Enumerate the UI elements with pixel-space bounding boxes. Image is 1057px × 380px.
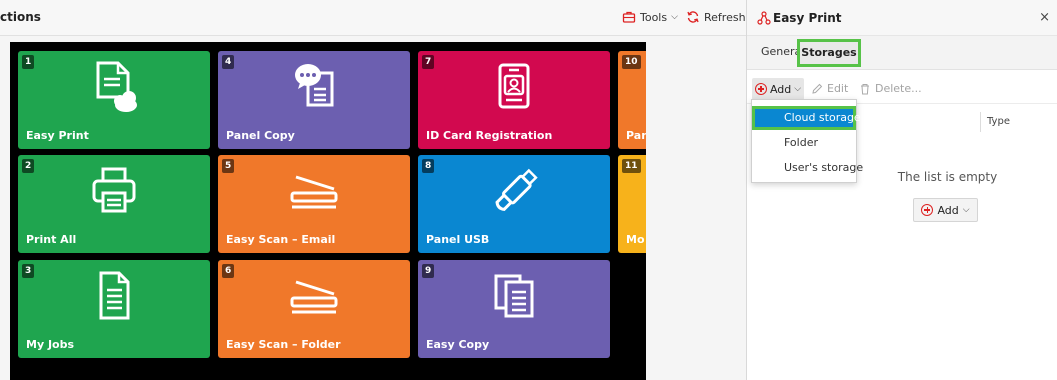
tile-panel-copy[interactable]: 4 Panel Copy [218,51,410,149]
workflow-icon [757,11,771,25]
tile-label: Panel Copy [226,129,295,142]
tile-label: Pan [626,129,646,142]
tile-pan[interactable]: 10 Pan [618,51,646,149]
tile-label: Easy Print [26,129,89,142]
document-icon [99,271,130,320]
tile-label: Print All [26,233,77,246]
pencil-icon [812,83,823,94]
panel-tabs: General Storages [747,36,1057,70]
delete-button[interactable]: Delete... [859,82,922,95]
add-icon [754,83,767,95]
printer-icon [92,167,136,213]
tile-number: 2 [22,159,35,173]
panel-header: Easy Print × [747,0,1057,36]
add-dropdown-button[interactable]: Add ⌵ [752,78,804,100]
tab-storages[interactable]: Storages [797,39,861,67]
actions-header: ctions Tools ⌵ Refresh [0,0,746,36]
easy-print-panel: Easy Print × General Storages Add ⌵ Edit [746,0,1057,380]
edit-label: Edit [827,82,849,95]
tile-easy-scan-folder[interactable]: 6 Easy Scan – Folder [218,260,410,358]
chevron-down-icon: ⌵ [962,205,970,215]
cloud-document-icon [96,61,137,112]
tile-number: 11 [622,159,641,173]
tile-label: Panel USB [426,233,490,246]
tiles-board: 1 Easy Print 2 Print All 3 My Jobs 4 Pan… [10,42,646,380]
add-label: Add [937,203,959,217]
chevron-down-icon: ⌵ [794,84,802,94]
add-dropdown-menu: Cloud storage Folder User's storage [751,99,863,183]
tile-label: My Jobs [26,338,75,351]
chevron-down-icon: ⌵ [671,12,678,22]
tile-number: 1 [22,55,35,69]
tile-print-all[interactable]: 2 Print All [18,155,210,253]
refresh-label: Refresh [704,10,746,24]
tile-number: 4 [222,55,235,69]
tile-number: 9 [422,264,435,278]
usb-icon [495,168,538,211]
copy-document-icon [494,274,534,318]
tile-number: 8 [422,159,435,173]
refresh-icon [687,11,699,23]
scanner-icon [290,280,338,314]
page-title: ctions [0,10,41,24]
tile-easy-copy[interactable]: 9 Easy Copy [418,260,610,358]
tile-id-card-registration[interactable]: 7 ID Card Registration [418,51,610,149]
tile-label: ID Card Registration [426,129,553,142]
tools-label: Tools [640,10,668,24]
add-icon [921,204,934,216]
tile-number: 3 [22,264,35,278]
id-card-icon [498,63,530,109]
menu-item-users-storage[interactable]: User's storage [752,156,863,180]
tile-number: 7 [422,55,435,69]
panel-title: Easy Print [773,11,842,25]
menu-item-cloud-storage[interactable]: Cloud storage [752,106,861,130]
trash-icon [861,83,869,94]
refresh-button[interactable]: Refresh [686,10,746,24]
tile-label: Easy Copy [426,338,490,351]
tile-number: 10 [622,55,641,69]
tile-mo[interactable]: 11 Mo [618,155,646,253]
edit-button[interactable]: Edit [811,82,848,95]
tile-panel-usb[interactable]: 8 Panel USB [418,155,610,253]
delete-label: Delete... [875,82,922,95]
tile-number: 6 [222,264,235,278]
tile-label: Easy Scan – Email [226,233,336,246]
chat-document-icon [295,64,334,107]
scanner-icon [290,175,338,209]
tools-button[interactable]: Tools ⌵ [622,10,678,24]
column-header-type[interactable]: Type [987,116,1010,127]
tile-easy-scan-email[interactable]: 5 Easy Scan – Email [218,155,410,253]
close-icon[interactable]: × [1039,10,1050,25]
toolbox-icon [622,11,636,23]
add-label: Add [769,82,792,96]
tile-label: Easy Scan – Folder [226,338,341,351]
tile-number: 5 [222,159,235,173]
menu-item-folder[interactable]: Folder [752,131,856,155]
column-divider[interactable] [980,112,981,132]
actions-area: ctions Tools ⌵ Refresh 1 Easy Print 2 Pr… [0,0,746,380]
tile-easy-print[interactable]: 1 Easy Print [18,51,210,149]
tile-label: Mo [626,233,645,246]
add-button[interactable]: Add ⌵ [913,198,978,222]
tile-my-jobs[interactable]: 3 My Jobs [18,260,210,358]
